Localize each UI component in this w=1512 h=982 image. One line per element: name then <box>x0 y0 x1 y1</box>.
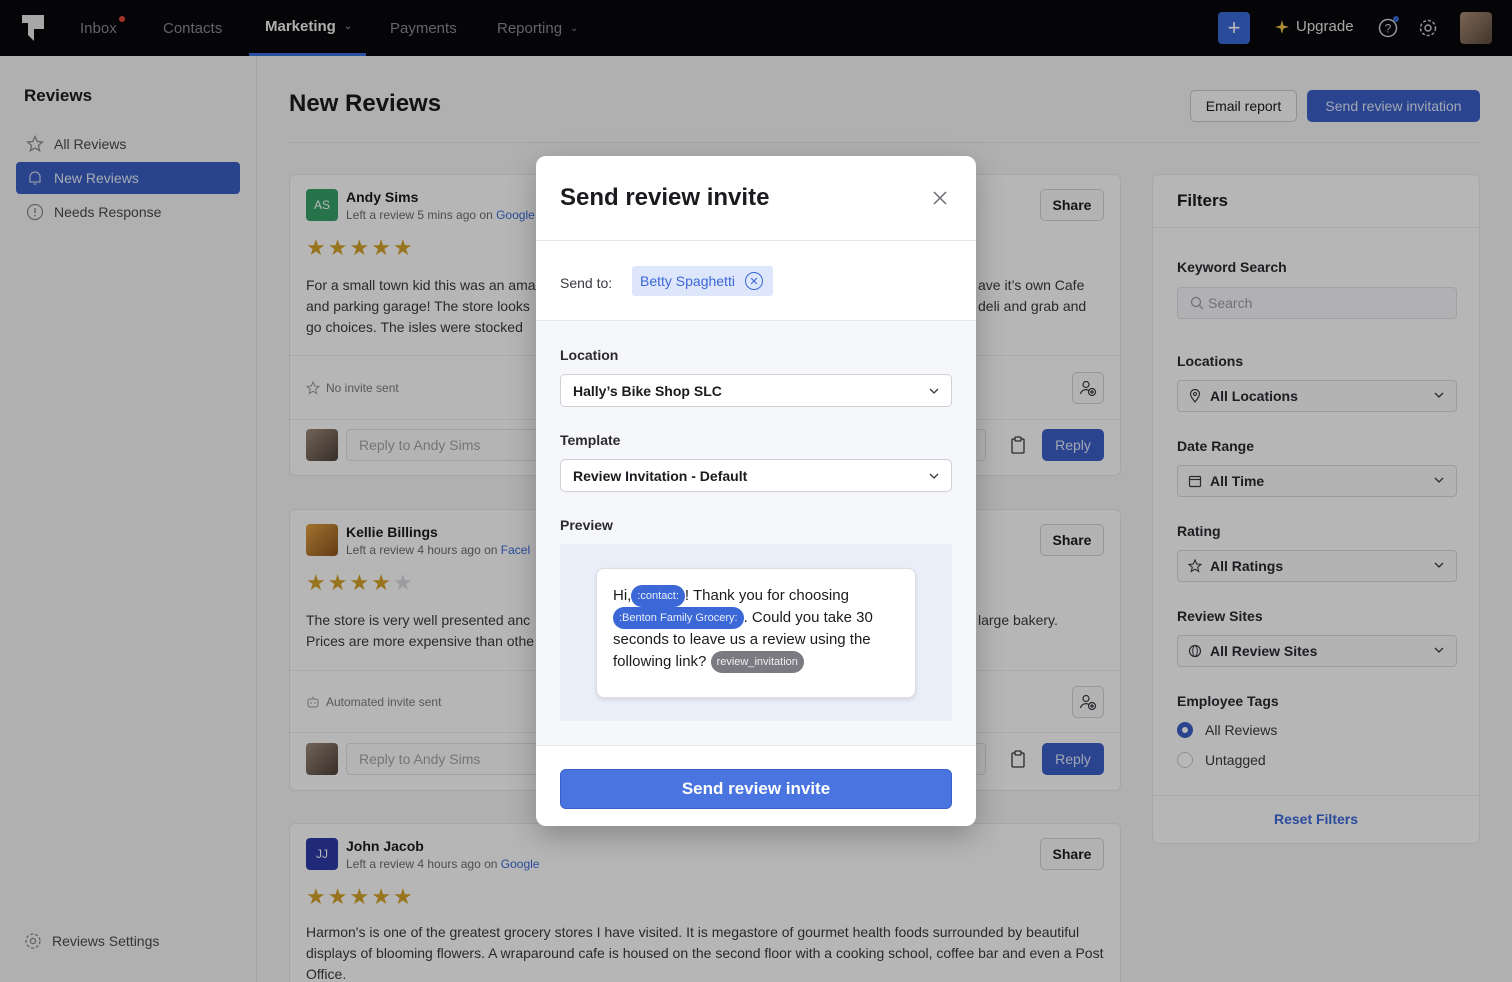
location-label: Location <box>560 347 619 363</box>
template-select[interactable]: Review Invitation - Default <box>560 459 952 492</box>
chevron-down-icon <box>929 388 939 394</box>
preview-label: Preview <box>560 517 613 533</box>
preview-text: Hi, <box>613 587 632 604</box>
location-value: Hally’s Bike Shop SLC <box>573 382 722 399</box>
preview-area: Hi,:contact:! Thank you for choosing :Be… <box>560 544 952 721</box>
remove-recipient-icon[interactable]: ✕ <box>744 272 763 290</box>
recipient-name: Betty Spaghetti <box>640 273 735 289</box>
location-select[interactable]: Hally’s Bike Shop SLC <box>560 374 952 407</box>
chevron-down-icon <box>929 473 939 479</box>
send-review-invite-button[interactable]: Send review invite <box>560 769 952 809</box>
modal-divider <box>536 240 976 241</box>
preview-text: ! Thank you for choosing <box>684 587 849 604</box>
modal-title: Send review invite <box>560 184 770 211</box>
send-review-invite-modal: Send review invite Send to: Betty Spaghe… <box>536 156 976 826</box>
template-label: Template <box>560 432 621 448</box>
recipient-chip: Betty Spaghetti ✕ <box>632 266 773 296</box>
contact-merge-tag: :contact: <box>631 585 685 608</box>
template-value: Review Invitation - Default <box>573 467 748 484</box>
close-icon[interactable] <box>932 190 948 206</box>
message-preview-bubble: Hi,:contact:! Thank you for choosing :Be… <box>596 568 916 698</box>
modal-divider <box>536 745 976 746</box>
send-to-label: Send to: <box>560 275 613 291</box>
business-merge-tag: :Benton Family Grocery: <box>613 607 744 630</box>
review-link-merge-tag: review_invitation <box>710 651 804 674</box>
modal-divider <box>536 320 976 321</box>
